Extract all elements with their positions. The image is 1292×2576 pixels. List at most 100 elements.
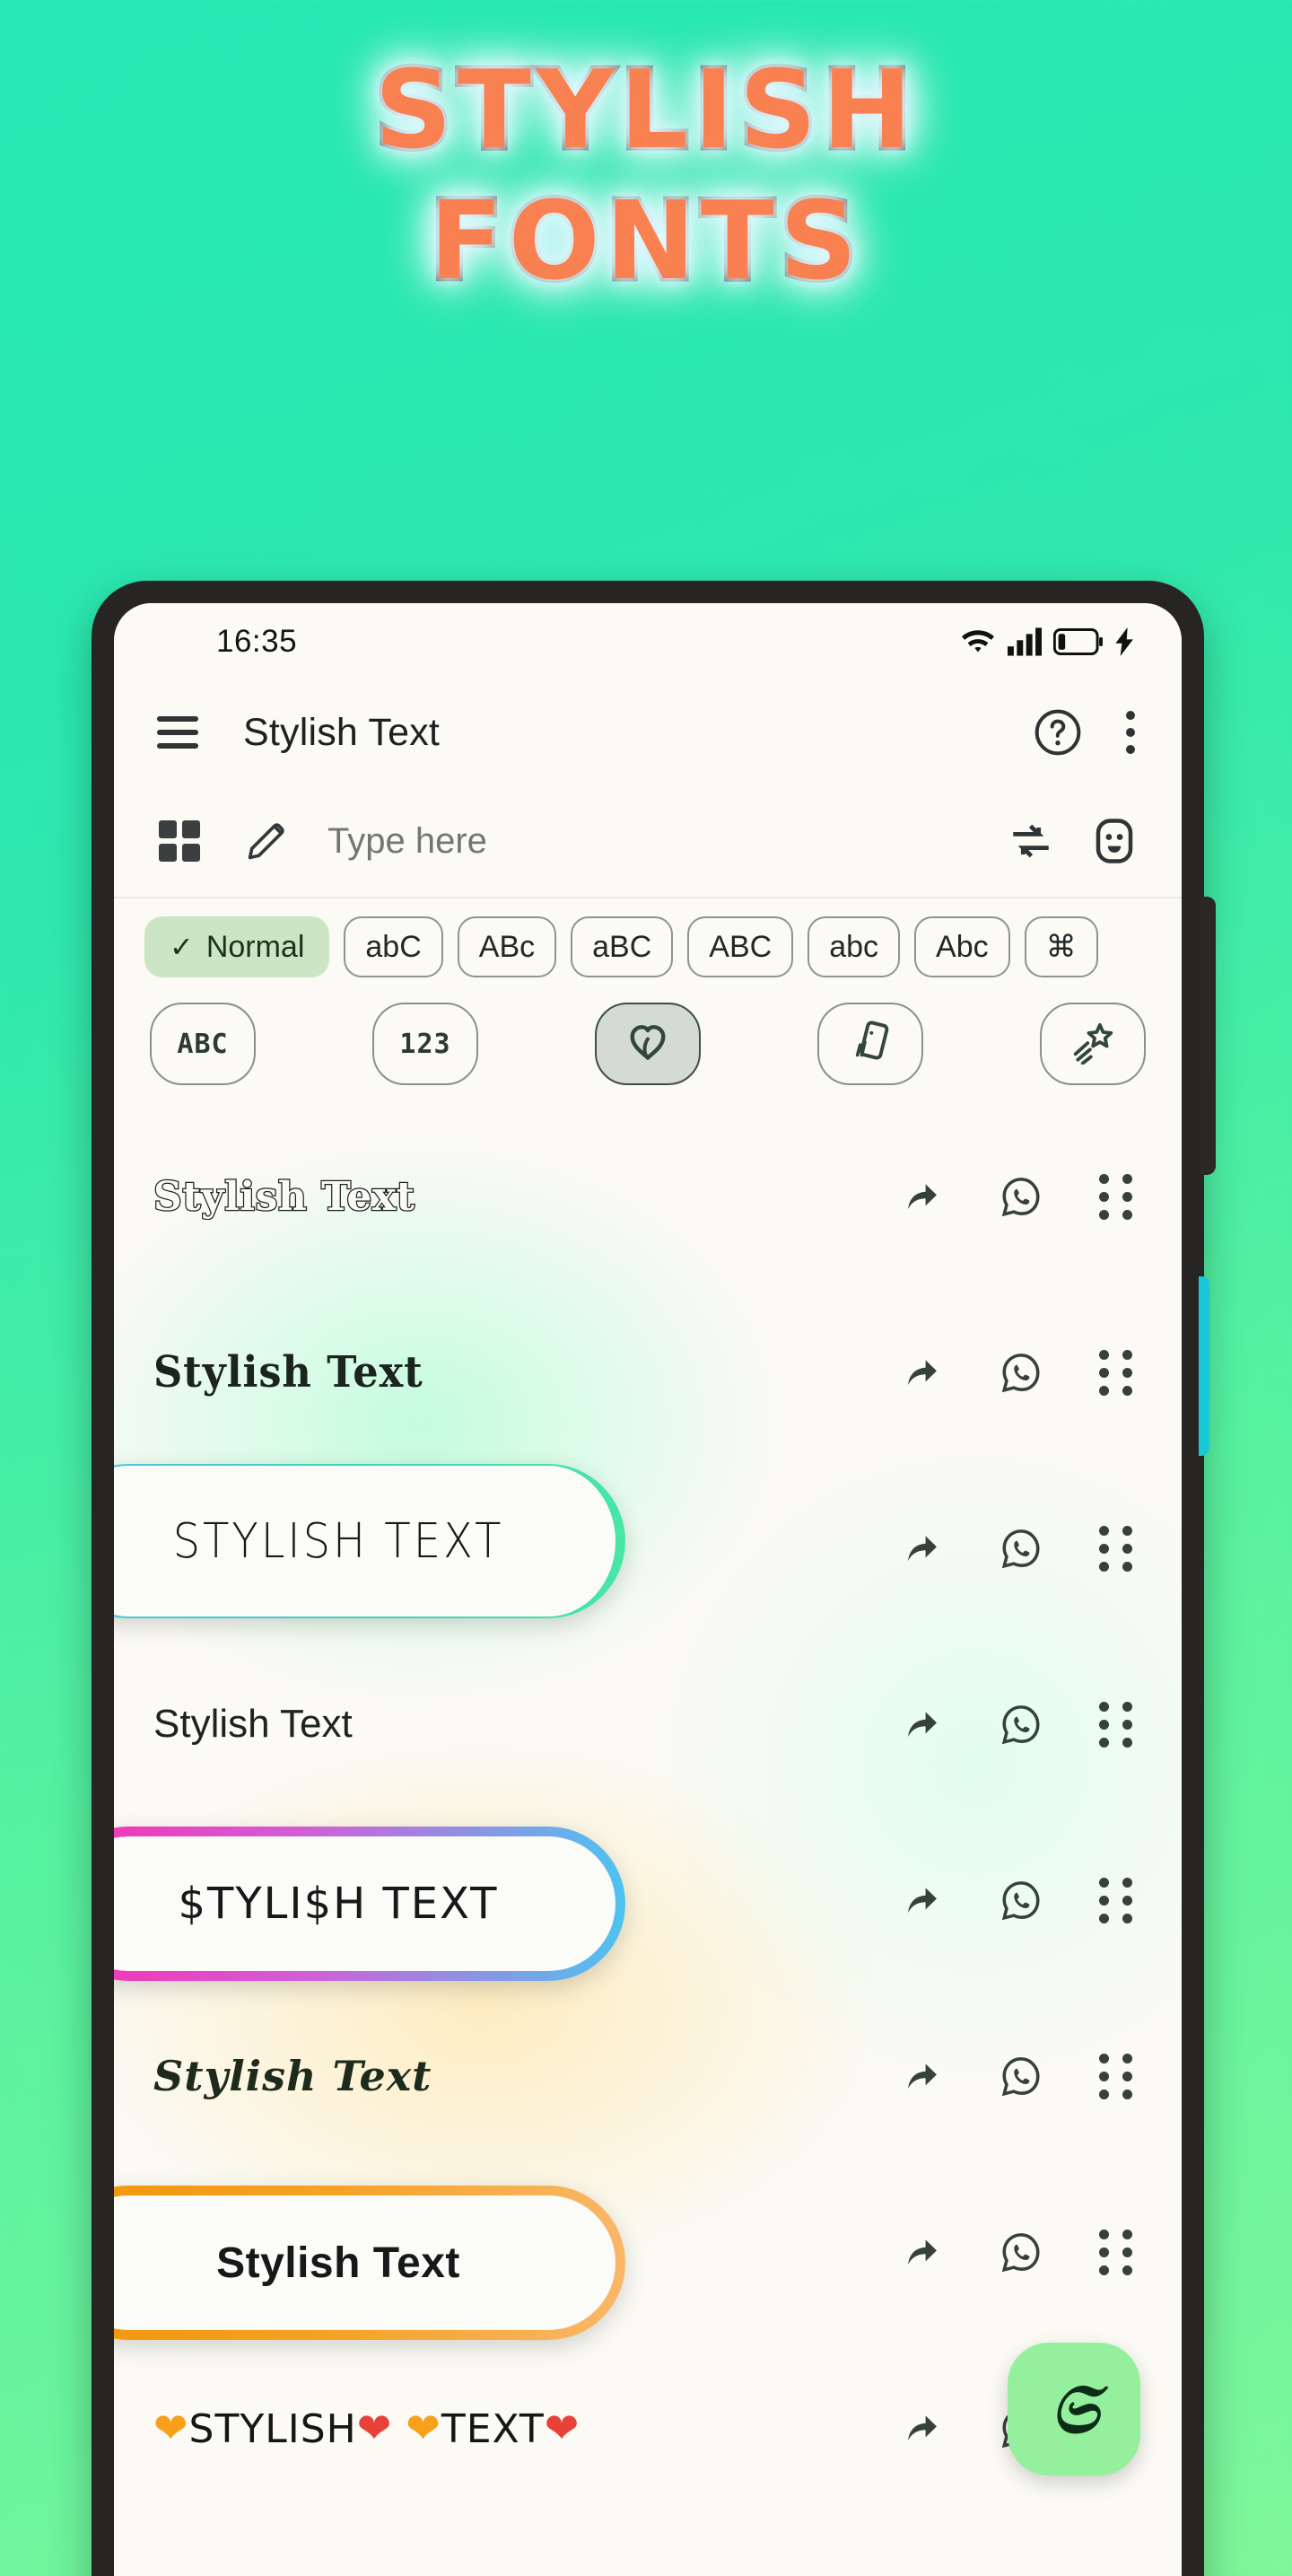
share-arrow-icon[interactable] [900, 1175, 943, 1218]
row-actions [900, 1173, 1142, 1220]
repeat-swap-icon[interactable] [1008, 818, 1054, 864]
whatsapp-icon[interactable] [999, 1878, 1043, 1923]
phone-power-button[interactable] [1200, 897, 1216, 1175]
hero-title-line-2: FONTS [426, 180, 863, 305]
whatsapp-icon[interactable] [999, 2054, 1043, 2098]
font-list-item[interactable]: Stylish Text [114, 1988, 1182, 2164]
category-symbols[interactable] [1040, 1003, 1146, 1085]
highlight-pill-text: STYLISH TEXT [114, 1466, 615, 1617]
font-preview-text: Stylish Text [153, 1347, 423, 1398]
share-arrow-icon[interactable] [900, 2406, 943, 2449]
emoji-face-icon[interactable] [1090, 817, 1139, 865]
font-preview-text: Stylish Text [153, 1702, 353, 1746]
drag-handle-dots-icon[interactable] [1099, 1173, 1133, 1220]
hero-title-line-1: STYLISH [371, 48, 918, 173]
category-row: ABC 123 [114, 986, 1182, 1108]
font-preview-text: ❤STYLISH❤ ❤TEXT❤ [153, 2404, 900, 2452]
orange-heart-icon: ❤ [153, 2404, 189, 2452]
grid-keyboard-icon[interactable] [159, 820, 200, 862]
hamburger-menu-icon[interactable] [157, 714, 200, 750]
shooting-star-icon [1069, 1016, 1117, 1072]
highlight-pill-text: $TYLI$H TEXT [114, 1836, 615, 1971]
chip-check-icon: ✓ [170, 931, 194, 963]
heart-icon [623, 1015, 673, 1073]
cellular-signal-icon [1008, 626, 1042, 656]
text-input-field[interactable] [327, 820, 1008, 862]
row-actions [900, 2229, 1142, 2275]
share-arrow-icon[interactable] [900, 1351, 943, 1394]
hero-banner: STYLISH FONTS [0, 48, 1292, 305]
row-actions [900, 1349, 1142, 1396]
charging-bolt-icon [1115, 626, 1135, 656]
highlight-pill-text: Stylish Text [114, 2195, 615, 2330]
share-arrow-icon[interactable] [900, 2055, 943, 2098]
text-input-toolbar [114, 785, 1182, 898]
highlight-pill-pink[interactable]: $TYLI$H TEXT [114, 1827, 625, 1981]
wifi-icon [960, 627, 996, 656]
orange-heart-icon-2: ❤ [406, 2404, 441, 2452]
whatsapp-icon[interactable] [999, 2230, 1043, 2274]
status-icons [960, 626, 1135, 656]
red-heart-icon: ❤ [356, 2404, 393, 2452]
font-list-item[interactable]: Stylish Text [114, 1636, 1182, 1812]
status-time: 16:35 [216, 623, 298, 659]
row-actions [900, 2053, 1142, 2099]
category-hearts[interactable] [595, 1003, 701, 1085]
font-list-item[interactable]: Stylish Text [114, 1284, 1182, 1460]
floating-action-button[interactable]: 𝔖 [1008, 2343, 1140, 2475]
drag-handle-dots-icon[interactable] [1099, 1349, 1133, 1396]
stylish-s-icon: 𝔖 [1050, 2368, 1098, 2449]
status-bar: 16:35 [114, 603, 1182, 679]
share-arrow-icon[interactable] [900, 1879, 943, 1922]
row-actions [900, 1701, 1142, 1748]
card-flip-icon [847, 1017, 894, 1071]
battery-low-icon [1053, 627, 1104, 655]
case-style-chips: ✓ Normal abC ABc aBC ABC abc Abc ⌘ [114, 898, 1182, 986]
hearts-word-2: TEXT [441, 2406, 545, 2452]
font-preview-text: Stylish Text [153, 2052, 432, 2100]
hearts-word-1: STYLISH [188, 2406, 357, 2452]
row-actions [900, 1877, 1142, 1923]
drag-handle-dots-icon[interactable] [1099, 2229, 1133, 2275]
share-arrow-icon[interactable] [900, 2230, 943, 2274]
app-bar-actions [1033, 707, 1146, 758]
highlight-pill-teal[interactable]: STYLISH TEXT [114, 1464, 625, 1618]
font-preview-text: Stylish Text [153, 1173, 415, 1220]
input-actions [1008, 817, 1146, 865]
kebab-menu-icon[interactable] [1126, 711, 1135, 754]
phone-volume-button[interactable] [1199, 1276, 1209, 1456]
chip-normal[interactable]: ✓ Normal [144, 916, 330, 977]
whatsapp-icon[interactable] [999, 1702, 1043, 1747]
app-bar: Stylish Text [114, 679, 1182, 785]
font-list: Stylish Text Stylish Text Stylish Text S… [114, 1108, 1182, 2513]
drag-handle-dots-icon[interactable] [1099, 1525, 1133, 1572]
category-numbers[interactable]: 123 [372, 1003, 478, 1085]
font-list-item[interactable]: Stylish Text [114, 1108, 1182, 1284]
chip-abC[interactable]: abC [344, 916, 443, 977]
whatsapp-icon[interactable] [999, 1350, 1043, 1395]
share-arrow-icon[interactable] [900, 1703, 943, 1746]
whatsapp-icon[interactable] [999, 1526, 1043, 1571]
chip-label: Normal [205, 929, 305, 964]
chip-ABc[interactable]: ABc [457, 916, 557, 977]
category-letters[interactable]: ABC [150, 1003, 256, 1085]
chip-ABC[interactable]: ABC [687, 916, 794, 977]
phone-mockup-frame: 16:35 Stylish Text Type here ✓ Normal ab… [92, 581, 1216, 2576]
drag-handle-dots-icon[interactable] [1099, 1877, 1133, 1923]
row-actions [900, 1525, 1142, 1572]
chip-command[interactable]: ⌘ [1024, 916, 1098, 977]
phone-screen: 16:35 Stylish Text Type here ✓ Normal ab… [114, 603, 1182, 2576]
category-cards[interactable] [817, 1003, 923, 1085]
chip-Abc[interactable]: Abc [914, 916, 1010, 977]
pencil-edit-icon[interactable] [243, 818, 290, 864]
whatsapp-icon[interactable] [999, 1174, 1043, 1219]
highlight-pill-amber[interactable]: Stylish Text [114, 2186, 625, 2340]
drag-handle-dots-icon[interactable] [1099, 1701, 1133, 1748]
chip-aBC[interactable]: aBC [571, 916, 674, 977]
share-arrow-icon[interactable] [900, 1527, 943, 1570]
help-circle-icon[interactable] [1033, 707, 1083, 758]
page-title: Stylish Text [243, 710, 441, 754]
chip-abc[interactable]: abc [808, 916, 901, 977]
drag-handle-dots-icon[interactable] [1099, 2053, 1133, 2099]
red-heart-icon-2: ❤ [544, 2404, 581, 2452]
